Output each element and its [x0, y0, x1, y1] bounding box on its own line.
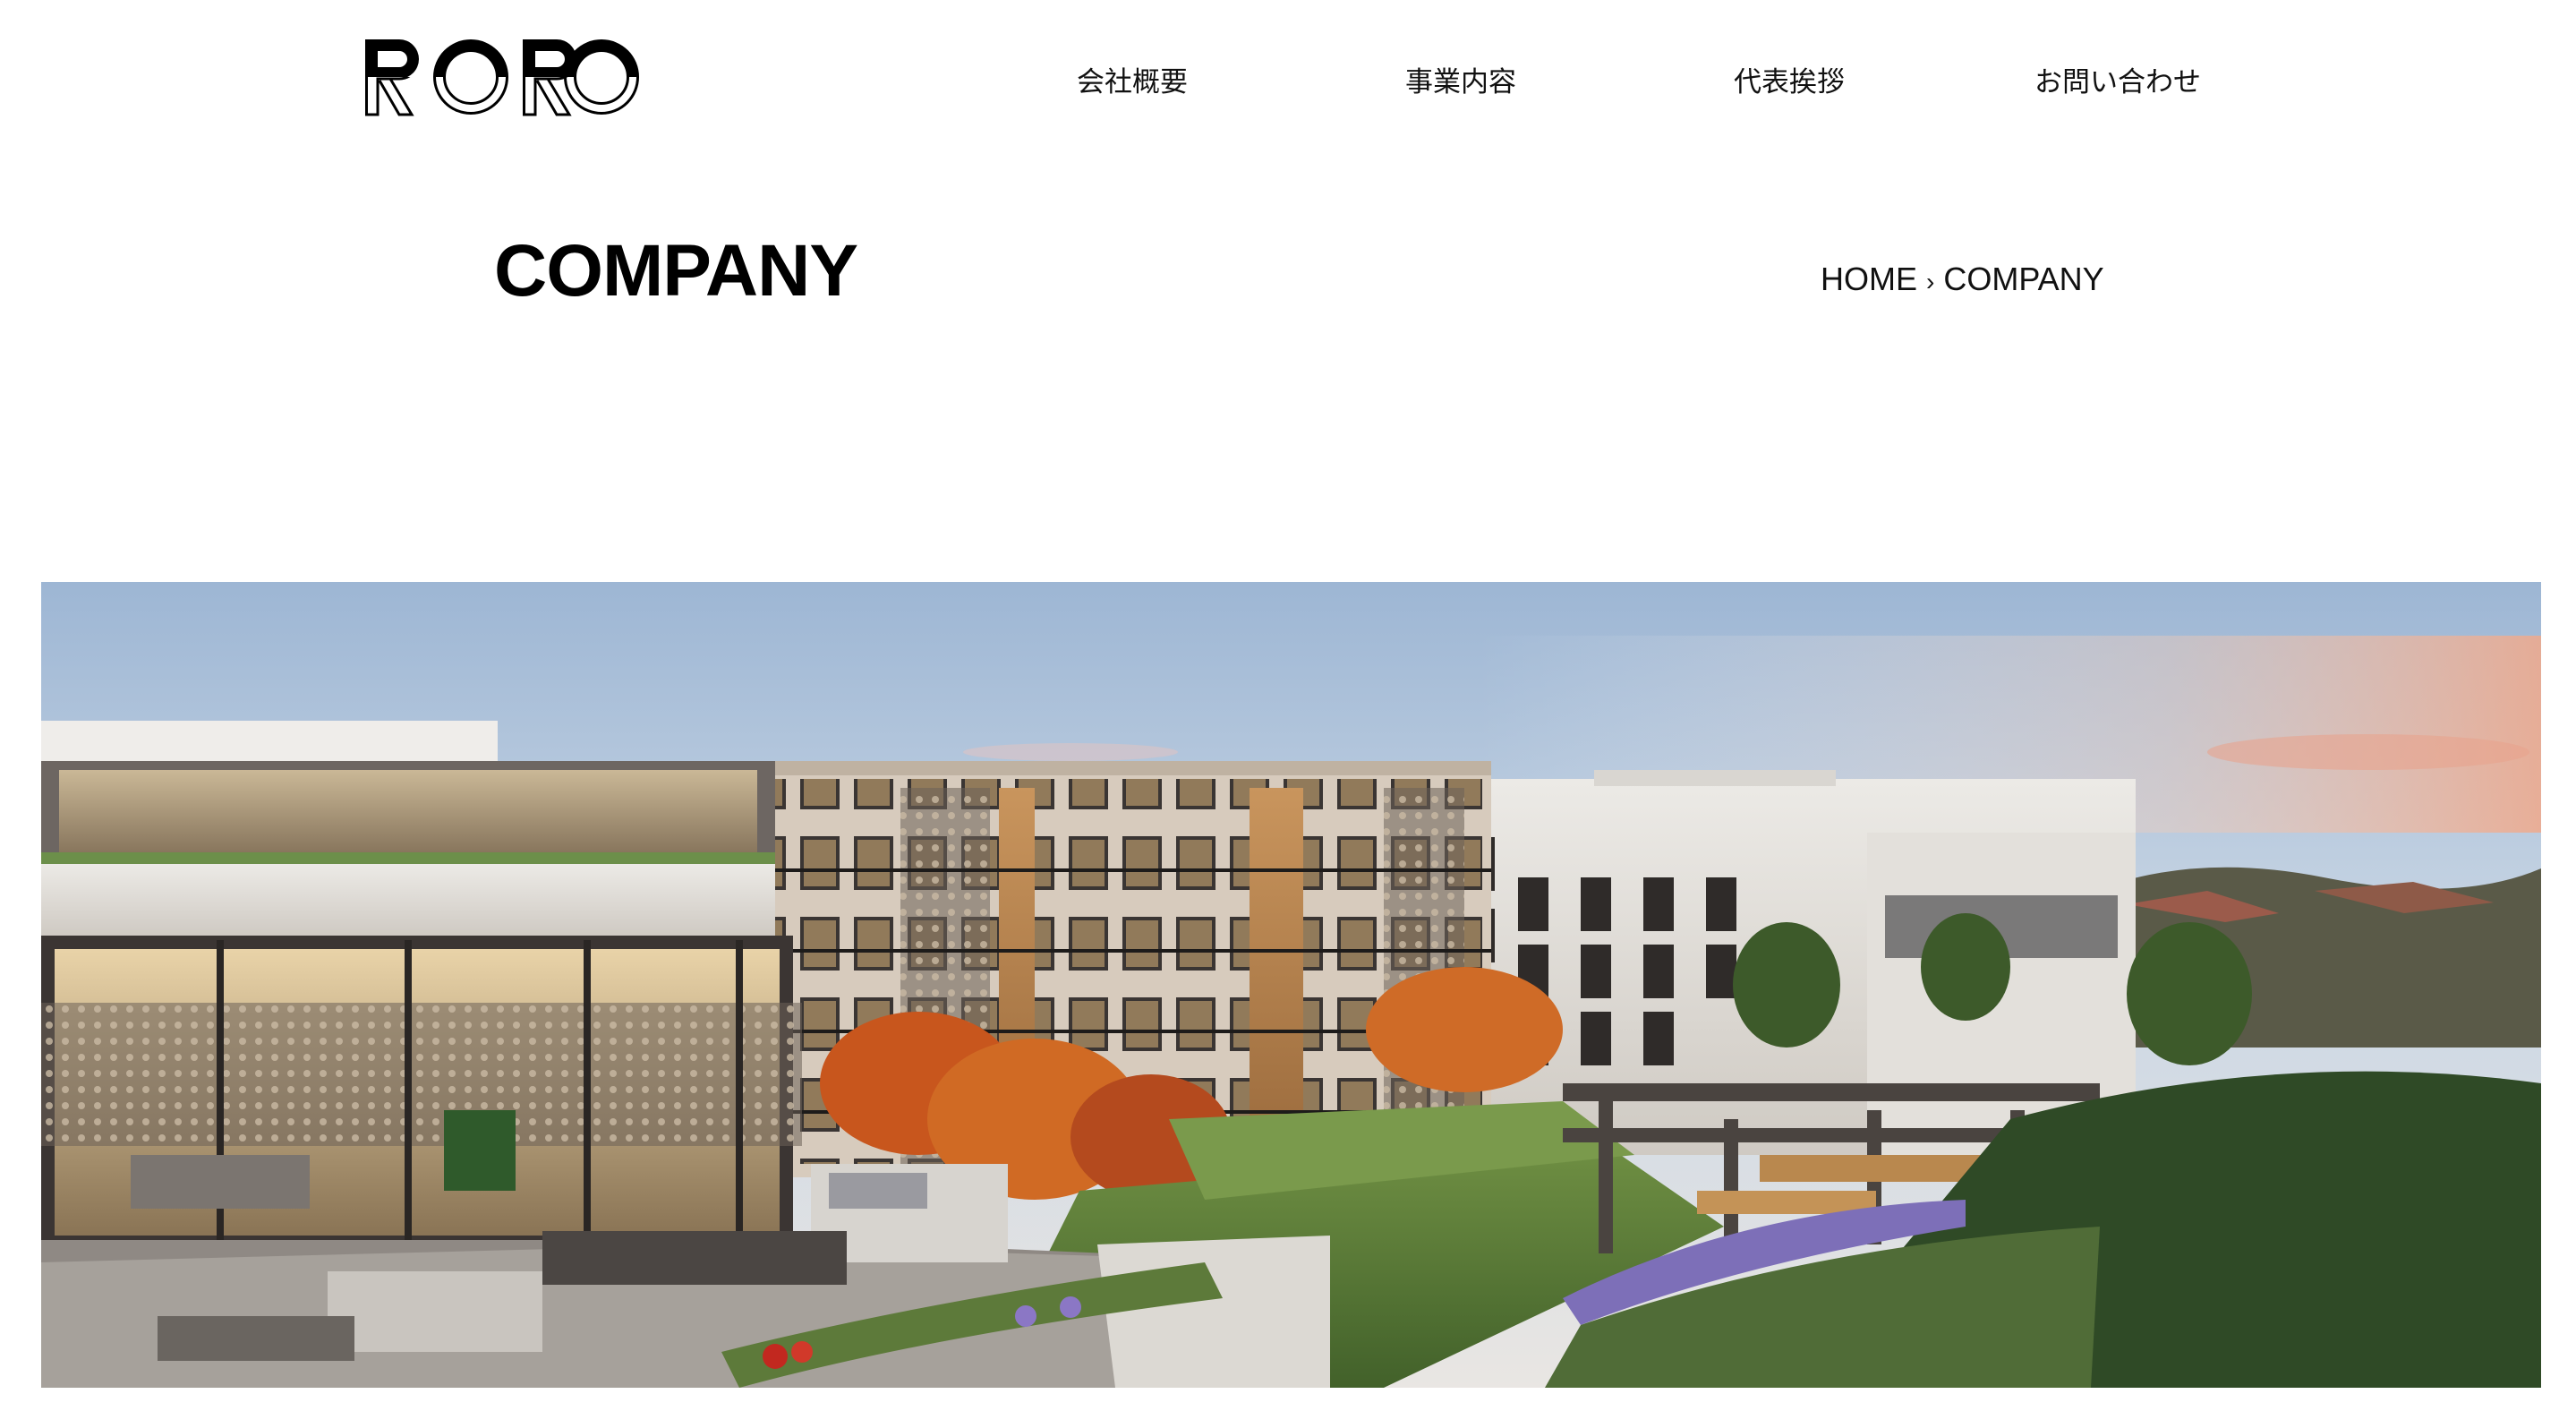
nav-item-greeting[interactable]: 代表挨拶 [1734, 56, 1845, 109]
nav-item-business[interactable]: 事業内容 [1405, 56, 1516, 109]
breadcrumb: HOME › COMPANY [1821, 260, 2104, 299]
breadcrumb-current: COMPANY [1943, 261, 2104, 297]
nav-item-contact[interactable]: お問い合わせ [2034, 56, 2201, 109]
page-title: COMPANY [494, 230, 858, 312]
site-header: 会社概要 事業内容 代表挨拶 お問い合わせ [0, 0, 2576, 161]
breadcrumb-separator: › [1926, 268, 1935, 295]
nav-item-company-overview[interactable]: 会社概要 [1077, 56, 1188, 109]
main-nav: 会社概要 事業内容 代表挨拶 お問い合わせ [0, 56, 2576, 109]
page: 会社概要 事業内容 代表挨拶 お問い合わせ COMPANY HOME › COMPA… [0, 0, 2576, 1411]
breadcrumb-home-link[interactable]: HOME [1821, 261, 1917, 297]
apartment-courtyard-illustration [41, 582, 2541, 1388]
hero-image [41, 582, 2541, 1388]
